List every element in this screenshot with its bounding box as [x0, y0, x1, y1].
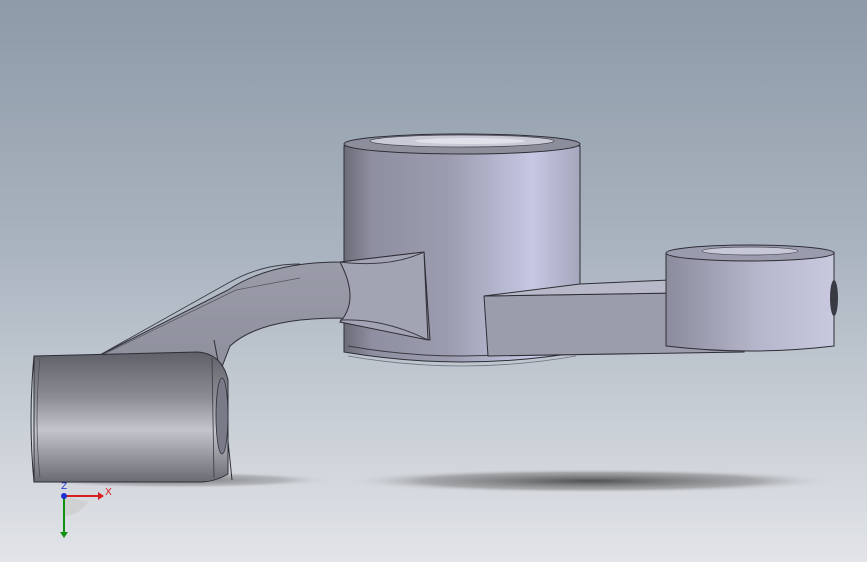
z-axis-dot [61, 493, 67, 499]
ground-shadow [350, 469, 830, 493]
x-axis-label: X [105, 487, 112, 498]
x-axis-arrow [98, 492, 104, 500]
triad-shadow [64, 496, 88, 516]
graphics-viewport[interactable]: X Y Z [0, 0, 867, 562]
right-boss [665, 244, 838, 352]
y-axis-arrow [60, 532, 68, 538]
z-axis-label: Z [61, 482, 68, 492]
left-pivot-boss [30, 351, 229, 483]
view-triad: X Y Z [48, 478, 118, 548]
model-3d[interactable] [0, 0, 867, 562]
